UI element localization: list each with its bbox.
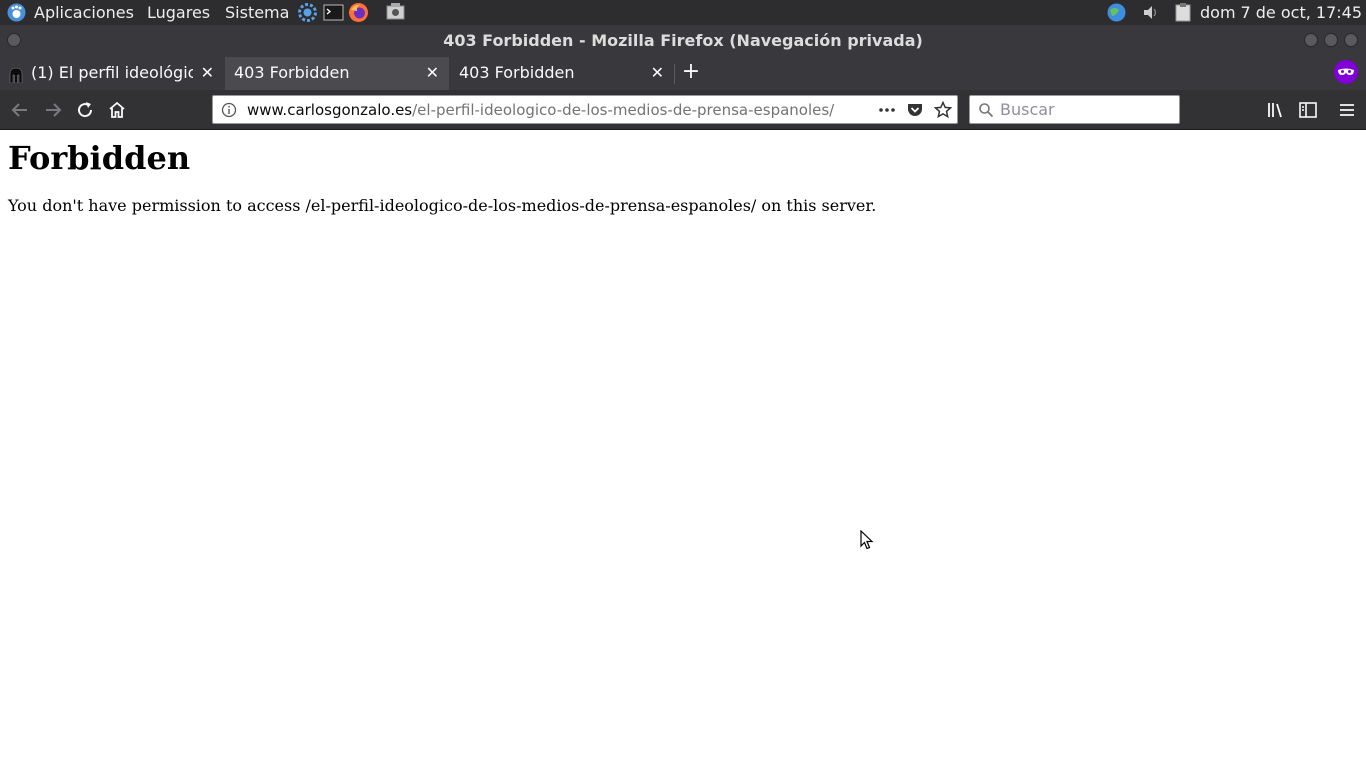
terminal-icon[interactable] <box>323 2 344 23</box>
bookmark-star-icon[interactable] <box>934 101 952 119</box>
window-maximize-button[interactable] <box>1324 33 1338 47</box>
tab-3[interactable]: 403 Forbidden ✕ <box>450 57 674 90</box>
window-close-button[interactable] <box>1344 33 1358 47</box>
top-panel: Aplicaciones Lugares Sistema dom 7 de oc… <box>0 0 1366 25</box>
url-text[interactable]: www.carlosgonzalo.es/el-perfil-ideologic… <box>247 101 843 119</box>
settings-gear-icon[interactable] <box>297 2 318 23</box>
forward-arrow-icon[interactable] <box>41 98 65 122</box>
page-heading: Forbidden <box>8 139 191 177</box>
panel-clock[interactable]: 7 de oct, 17:45 <box>1241 3 1363 22</box>
screenshot-icon[interactable] <box>385 2 406 23</box>
url-path: /el-perfil-ideologico-de-los-medios-de-p… <box>412 101 835 119</box>
panel-day: dom <box>1200 3 1236 22</box>
mouse-cursor-icon <box>860 530 874 550</box>
tab-2[interactable]: 403 Forbidden ✕ <box>225 57 449 90</box>
private-browsing-icon <box>1334 60 1358 84</box>
library-icon[interactable] <box>1264 98 1288 122</box>
reload-icon[interactable] <box>73 98 97 122</box>
page-content: Forbidden You don't have permission to a… <box>0 131 1366 768</box>
window-minimize-button[interactable] <box>1304 33 1318 47</box>
navigation-toolbar: www.carlosgonzalo.es/el-perfil-ideologic… <box>0 90 1366 130</box>
url-bar[interactable]: www.carlosgonzalo.es/el-perfil-ideologic… <box>212 95 958 124</box>
close-tab-icon[interactable]: ✕ <box>201 63 214 82</box>
search-bar[interactable] <box>969 95 1180 124</box>
window-titlebar[interactable]: 403 Forbidden - Mozilla Firefox (Navegac… <box>0 25 1366 54</box>
network-icon[interactable] <box>1106 2 1127 23</box>
back-arrow-icon[interactable] <box>8 98 32 122</box>
error-message: You don't have permission to access /el-… <box>8 196 877 215</box>
site-info-icon[interactable] <box>221 102 237 118</box>
window-title: 403 Forbidden - Mozilla Firefox (Navegac… <box>443 31 923 50</box>
sidebar-toggle-icon[interactable] <box>1296 98 1320 122</box>
home-icon[interactable] <box>105 98 129 122</box>
tab-label: 403 Forbidden <box>459 63 575 82</box>
url-domain: www.carlosgonzalo.es <box>247 101 413 119</box>
gnome-foot-icon[interactable] <box>6 2 27 23</box>
tab-separator <box>674 64 675 84</box>
new-tab-button[interactable]: + <box>680 59 702 84</box>
clipboard-icon[interactable] <box>1173 2 1194 23</box>
menu-sistema[interactable]: Sistema <box>225 3 289 22</box>
search-icon <box>979 103 994 118</box>
tab-1[interactable]: (1) El perfil ideológic ✕ <box>0 57 224 90</box>
page-actions-icon[interactable] <box>877 102 897 118</box>
menu-aplicaciones[interactable]: Aplicaciones <box>34 3 134 22</box>
tab-label: 403 Forbidden <box>234 63 350 82</box>
firefox-icon[interactable] <box>348 2 369 23</box>
pocket-icon[interactable] <box>906 101 924 119</box>
close-tab-icon[interactable]: ✕ <box>426 63 439 82</box>
volume-icon[interactable] <box>1141 2 1162 23</box>
hamburger-menu-icon[interactable] <box>1335 98 1359 122</box>
menu-lugares[interactable]: Lugares <box>147 3 210 22</box>
close-tab-icon[interactable]: ✕ <box>651 63 664 82</box>
search-input[interactable] <box>1000 99 1176 120</box>
site-favicon-icon <box>9 67 23 83</box>
tab-label: (1) El perfil ideológic <box>31 63 193 82</box>
